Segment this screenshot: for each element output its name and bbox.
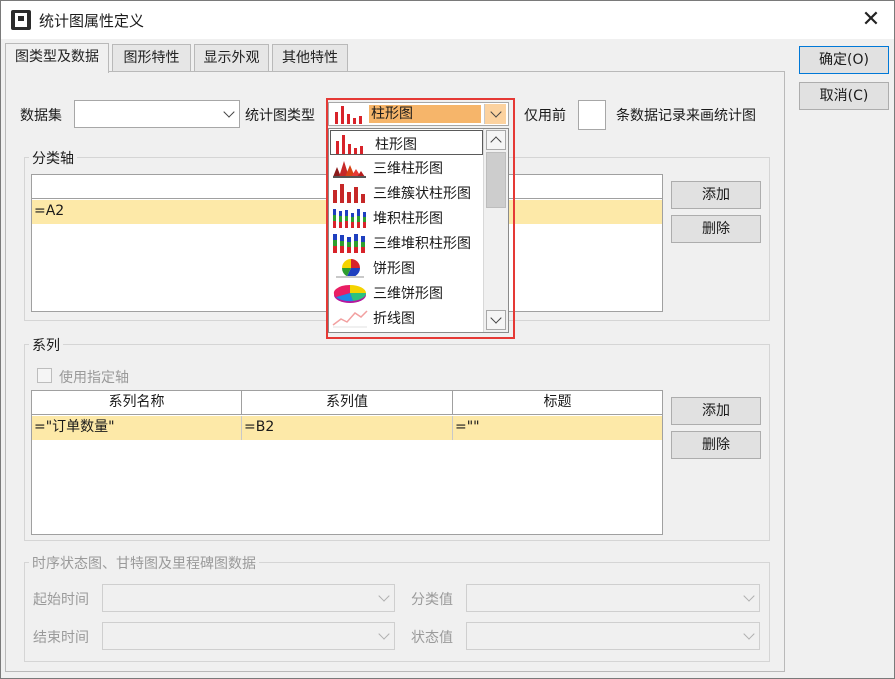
status-value-label: 状态值 — [411, 630, 453, 646]
record-count-input[interactable] — [578, 100, 606, 130]
end-time-select[interactable] — [102, 622, 395, 650]
dropdown-item-3d-stacked-bar[interactable]: 三维堆积柱形图 — [329, 230, 484, 255]
series-add-button[interactable]: 添加 — [671, 397, 761, 425]
chevron-down-icon — [378, 590, 390, 602]
dropdown-item-label: 三维饼形图 — [373, 286, 443, 302]
series-title-cell[interactable]: ="" — [453, 416, 662, 440]
series-table[interactable]: 系列名称 系列值 标题 ="订单数量" =B2 ="" — [31, 390, 663, 535]
dropdown-item-label: 堆积柱形图 — [373, 211, 443, 227]
chevron-down-icon — [378, 628, 390, 640]
dropdown-item-line[interactable]: 折线图 — [329, 305, 484, 330]
pie-chart-icon — [336, 259, 364, 278]
line-chart-icon — [332, 310, 368, 328]
3d-pie-chart-icon — [333, 284, 367, 303]
only-first-suffix: 条数据记录来画统计图 — [616, 108, 756, 124]
use-specified-axis-label: 使用指定轴 — [59, 370, 129, 386]
use-specified-axis-checkbox[interactable] — [37, 368, 52, 383]
end-time-label: 结束时间 — [33, 630, 89, 646]
only-first-label: 仅用前 — [524, 108, 566, 124]
tab-display-appearance[interactable]: 显示外观 — [194, 44, 269, 72]
chevron-down-icon — [743, 628, 755, 640]
app-icon — [11, 10, 31, 30]
scroll-down-button[interactable] — [486, 310, 506, 330]
ok-button[interactable]: 确定(O) — [799, 46, 889, 74]
chevron-down-icon — [490, 106, 502, 118]
chevron-down-icon — [490, 312, 502, 324]
chevron-down-icon — [223, 106, 235, 118]
dropdown-item-label: 折线图 — [373, 311, 415, 327]
dropdown-item-label: 三维簇状柱形图 — [373, 186, 471, 202]
category-value-select[interactable] — [466, 584, 760, 612]
3d-stacked-bar-chart-icon — [333, 234, 365, 253]
chart-type-select[interactable]: 柱形图 — [328, 102, 509, 126]
start-time-label: 起始时间 — [33, 592, 89, 608]
cancel-button[interactable]: 取消(C) — [799, 82, 889, 110]
column-header-series-value: 系列值 — [242, 391, 453, 415]
category-axis-legend: 分类轴 — [29, 148, 77, 168]
dropdown-item-3d-clustered-bar[interactable]: 三维簇状柱形图 — [329, 180, 484, 205]
3d-bar-chart-icon — [333, 161, 366, 178]
series-name-cell[interactable]: ="订单数量" — [32, 416, 242, 440]
series-group: 系列 使用指定轴 系列名称 系列值 标题 ="订单数量" =B2 ="" 添加 … — [24, 335, 770, 541]
start-time-select[interactable] — [102, 584, 395, 612]
dropdown-item-label: 饼形图 — [373, 261, 415, 277]
close-button[interactable]: ✕ — [854, 5, 888, 35]
dropdown-item-3d-pie[interactable]: 三维饼形图 — [329, 280, 484, 305]
timeline-group: 时序状态图、甘特图及里程碑图数据 起始时间 分类值 结束时间 状态值 — [24, 553, 770, 662]
dropdown-item-label: 三维柱形图 — [373, 161, 443, 177]
tab-other-properties[interactable]: 其他特性 — [272, 44, 348, 72]
series-value-cell[interactable]: =B2 — [242, 416, 453, 440]
series-header: 系列名称 系列值 标题 — [32, 391, 662, 415]
category-value-label: 分类值 — [411, 592, 453, 608]
timeline-legend: 时序状态图、甘特图及里程碑图数据 — [29, 553, 259, 573]
tab-graphic-properties[interactable]: 图形特性 — [112, 44, 191, 72]
table-row[interactable]: ="订单数量" =B2 ="" — [32, 416, 662, 440]
window-title: 统计图属性定义 — [39, 12, 145, 30]
dropdown-item-label: 柱形图 — [375, 137, 417, 153]
dropdown-scrollbar[interactable] — [483, 129, 508, 332]
dataset-label: 数据集 — [20, 108, 62, 124]
series-legend: 系列 — [29, 335, 63, 355]
bar-chart-icon — [335, 106, 362, 124]
column-header-title: 标题 — [543, 394, 572, 410]
chevron-up-icon — [490, 136, 502, 148]
chevron-down-icon — [743, 590, 755, 602]
dropdown-item-label: 三维堆积柱形图 — [373, 236, 471, 252]
scroll-up-button[interactable] — [486, 130, 506, 150]
title-bar: 统计图属性定义 ✕ — [1, 1, 894, 39]
dropdown-item-pie[interactable]: 饼形图 — [329, 255, 484, 280]
chart-type-dropdown-button[interactable] — [484, 104, 506, 124]
chart-type-value: 柱形图 — [369, 105, 481, 123]
column-header-series-name: 系列名称 — [32, 391, 242, 415]
dropdown-item-3d-bar[interactable]: 三维柱形图 — [329, 155, 484, 180]
dialog-window: 统计图属性定义 ✕ 图类型及数据 图形特性 显示外观 其他特性 确定(O) 取消… — [0, 0, 895, 679]
dropdown-item-stacked-bar[interactable]: 堆积柱形图 — [329, 205, 484, 230]
tab-chart-type-data[interactable]: 图类型及数据 — [5, 43, 109, 73]
stacked-bar-chart-icon — [333, 209, 366, 228]
dropdown-item-bar[interactable]: 柱形图 — [330, 130, 483, 155]
category-add-button[interactable]: 添加 — [671, 181, 761, 209]
status-value-select[interactable] — [466, 622, 760, 650]
bar-chart-icon — [336, 135, 363, 154]
category-delete-button[interactable]: 删除 — [671, 215, 761, 243]
chart-type-label: 统计图类型 — [245, 108, 315, 124]
dataset-select[interactable] — [74, 100, 240, 128]
3d-clustered-bar-chart-icon — [333, 184, 365, 203]
chart-type-dropdown-list[interactable]: 柱形图 三维柱形图 三维簇状柱形图 堆积柱形图 三维堆积柱形图 饼形图 三维饼形… — [328, 128, 509, 333]
series-delete-button[interactable]: 删除 — [671, 431, 761, 459]
scroll-thumb[interactable] — [486, 152, 506, 208]
